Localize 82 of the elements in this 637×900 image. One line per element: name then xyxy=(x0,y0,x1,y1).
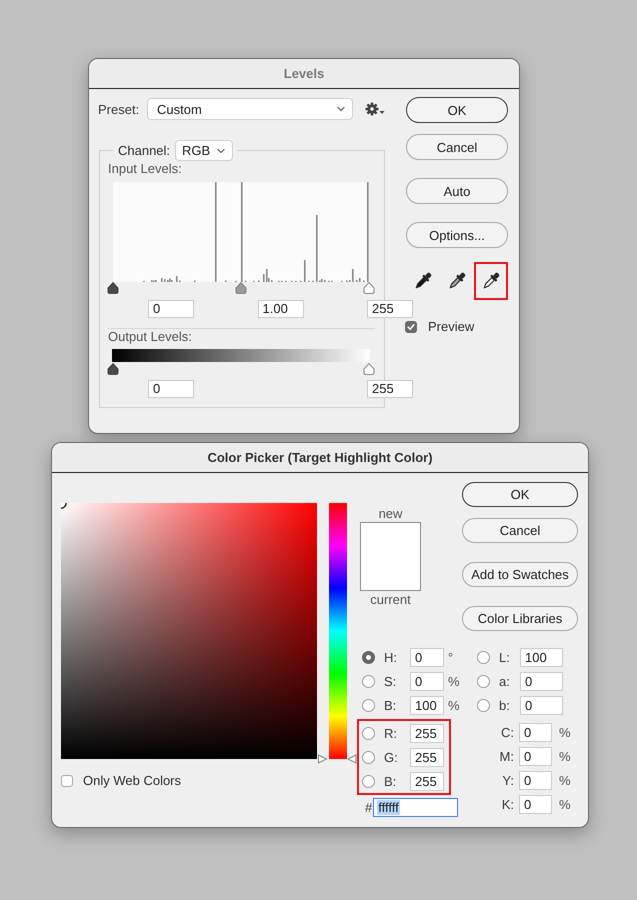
field-label: G: xyxy=(384,750,398,764)
slider-handle[interactable] xyxy=(107,282,119,294)
radio-button[interactable] xyxy=(362,674,375,688)
radio-button[interactable] xyxy=(477,650,490,664)
slider-handle[interactable] xyxy=(107,363,119,375)
field-label: R: xyxy=(384,726,397,740)
number-field[interactable]: 255 xyxy=(367,380,413,398)
hex-field[interactable]: ffffff xyxy=(373,798,458,816)
web-colors-checkbox[interactable] xyxy=(61,774,73,786)
number-field[interactable]: 0 xyxy=(410,672,444,690)
output-levels-label: Output Levels: xyxy=(108,329,192,344)
radio-button[interactable] xyxy=(362,698,375,712)
unit-label: % xyxy=(559,724,571,740)
number-field[interactable]: 255 xyxy=(410,772,444,790)
number-field[interactable]: 255 xyxy=(410,724,444,742)
unit-label: % xyxy=(559,772,571,788)
radio-button[interactable] xyxy=(362,726,375,740)
input-levels-label: Input Levels: xyxy=(108,161,182,176)
channel-label: Channel: xyxy=(118,143,170,158)
number-field[interactable]: 0 xyxy=(519,794,552,814)
number-field[interactable]: 0 xyxy=(520,696,563,714)
radio-button[interactable] xyxy=(362,774,375,788)
gear-icon[interactable] xyxy=(365,102,386,116)
hex-label: # xyxy=(365,800,372,814)
radio-button[interactable] xyxy=(362,650,375,664)
number-field[interactable]: 0 xyxy=(148,380,194,398)
field-label: b: xyxy=(499,698,510,712)
field-label: B: xyxy=(384,698,396,712)
input-levels-slider[interactable] xyxy=(107,282,375,294)
radio-button[interactable] xyxy=(477,674,490,688)
swatch-caption: current xyxy=(370,593,411,607)
dialog-button[interactable]: Cancel xyxy=(406,134,508,160)
slider-handle[interactable] xyxy=(235,282,247,294)
field-label: C: xyxy=(501,724,514,740)
preview-label: Preview xyxy=(428,319,474,334)
unit-label: ° xyxy=(448,650,454,664)
slider-handle[interactable] xyxy=(363,282,375,294)
field-label: B: xyxy=(384,774,396,788)
swatch-caption: new xyxy=(378,507,402,521)
number-field[interactable]: 0 xyxy=(519,746,552,766)
field-label: Y: xyxy=(502,772,514,788)
number-field[interactable]: 255 xyxy=(367,300,413,318)
preview-checkbox[interactable] xyxy=(405,320,417,332)
output-levels-slider[interactable] xyxy=(107,349,375,375)
field-label: K: xyxy=(502,796,514,812)
field-label: L: xyxy=(499,650,510,664)
unit-label: % xyxy=(448,674,460,688)
dialog-button[interactable]: OK xyxy=(462,482,578,507)
field-label: M: xyxy=(500,748,514,764)
dialog-button[interactable]: Add to Swatches xyxy=(462,562,578,587)
dialog-button[interactable]: Auto xyxy=(406,178,508,204)
picker-ring-icon xyxy=(61,503,68,510)
preset-label: Preset: xyxy=(98,102,140,116)
radio-button[interactable] xyxy=(477,698,490,712)
color-field[interactable] xyxy=(61,503,317,759)
preset-dropdown[interactable]: Custom xyxy=(147,98,353,120)
field-label: H: xyxy=(384,650,397,664)
number-field[interactable]: 0 xyxy=(410,648,444,666)
field-label: a: xyxy=(499,674,510,688)
slider-thumb[interactable] xyxy=(317,754,357,764)
web-colors-label: Only Web Colors xyxy=(83,773,182,788)
number-field[interactable]: 100 xyxy=(410,696,444,714)
channel-dropdown[interactable]: RGB xyxy=(175,140,234,161)
number-field[interactable]: 0 xyxy=(520,672,563,690)
number-field[interactable]: 255 xyxy=(410,748,444,766)
window-title: Color Picker (Target Highlight Color) xyxy=(207,450,433,465)
dialog-button[interactable]: Cancel xyxy=(462,518,578,543)
unit-label: % xyxy=(559,796,571,812)
unit-label: % xyxy=(448,698,460,712)
number-field[interactable]: 0 xyxy=(519,722,552,742)
radio-button[interactable] xyxy=(362,750,375,764)
number-field[interactable]: 0 xyxy=(519,770,552,790)
window-title: Levels xyxy=(284,66,324,81)
dialog-button[interactable]: Color Libraries xyxy=(462,606,578,631)
slider-handle[interactable] xyxy=(363,363,375,375)
dialog-button[interactable]: OK xyxy=(406,97,508,123)
number-field[interactable]: 100 xyxy=(520,648,563,666)
unit-label: % xyxy=(559,748,571,764)
dialog-button[interactable]: Options... xyxy=(406,222,508,248)
field-label: S: xyxy=(384,674,396,688)
number-field[interactable]: 0 xyxy=(148,300,194,318)
number-field[interactable]: 1.00 xyxy=(258,300,304,318)
